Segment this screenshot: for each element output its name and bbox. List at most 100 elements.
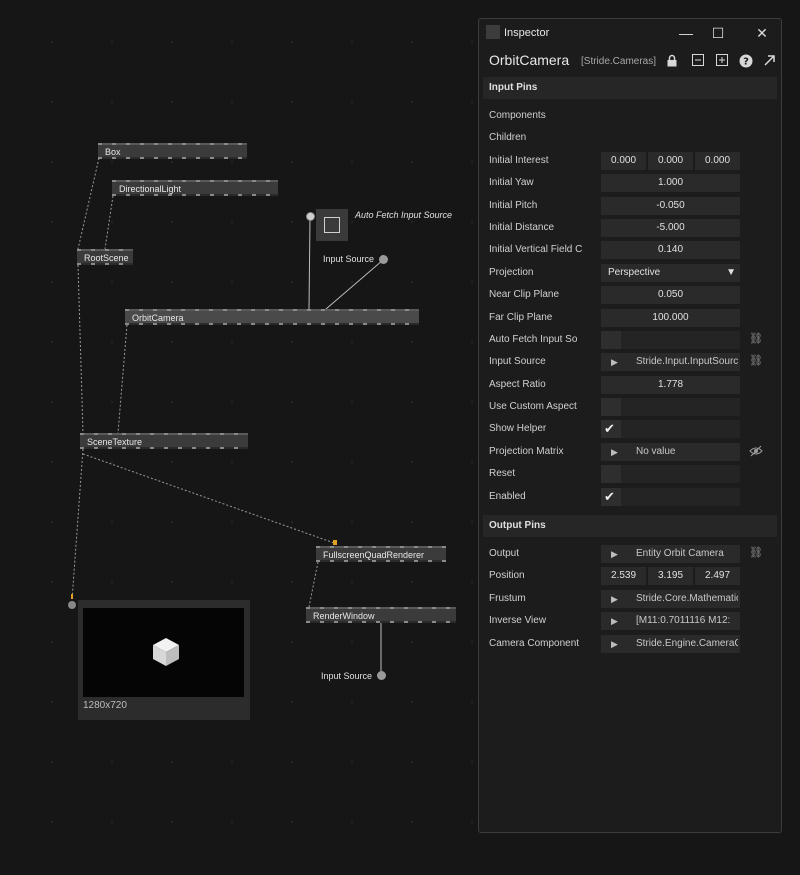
goto-definition-icon[interactable] (762, 54, 776, 68)
input-pins-header[interactable]: Input Pins (483, 77, 777, 99)
preview-pin[interactable] (68, 601, 76, 609)
camera-component-field[interactable]: ▶ Stride.Engine.CameraComponent (601, 634, 740, 653)
lock-icon[interactable] (665, 54, 679, 68)
collapse-icon[interactable] (691, 54, 705, 68)
pin-use-custom-aspect: Use Custom Aspect (479, 396, 781, 418)
pin-camera-component: Camera Component ▶ Stride.Engine.CameraC… (479, 633, 781, 655)
help-icon[interactable]: ? (739, 54, 753, 68)
show-helper-toggle[interactable]: ✔ (601, 420, 740, 439)
accent-pin[interactable] (333, 540, 337, 545)
output-pins-header[interactable]: Output Pins (483, 515, 777, 538)
pin-position: Position 2.539 3.195 2.497 (479, 565, 781, 587)
projection-value: Perspective (608, 266, 661, 278)
expand-arrow-icon[interactable]: ▶ (611, 353, 618, 371)
position-y[interactable]: 3.195 (648, 567, 693, 586)
initial-pitch-field[interactable]: -0.050 (601, 196, 740, 215)
input-source-field[interactable]: ▶ Stride.Input.InputSource (601, 353, 740, 372)
cube-icon (153, 638, 179, 666)
render-preview: 1280x720 (78, 600, 250, 720)
pin-components: Components (489, 110, 546, 121)
preview-resolution: 1280x720 (83, 700, 127, 711)
far-clip-plane-field[interactable]: 100.000 (601, 308, 740, 327)
expand-arrow-icon[interactable]: ▶ (611, 590, 618, 608)
iobox-pin[interactable] (306, 212, 315, 221)
expand-arrow-icon[interactable]: ▶ (611, 635, 618, 653)
inspector-header: OrbitCamera [Stride.Cameras] ? (479, 47, 781, 75)
preview-screen (83, 608, 244, 697)
projection-matrix-field[interactable]: ▶ No value (601, 442, 740, 461)
initial-yaw-field[interactable]: 1.000 (601, 174, 740, 193)
link-icon[interactable]: ⛓ (749, 547, 763, 559)
pin-near-clip-plane: Near Clip Plane 0.050 (479, 284, 781, 306)
node-box[interactable]: Box (98, 143, 247, 159)
node-root-scene[interactable]: RootScene (77, 249, 133, 265)
node-orbit-camera[interactable]: OrbitCamera (125, 309, 419, 325)
inspector-window: Inspector — ☐ ✕ OrbitCamera [Stride.Came… (478, 18, 782, 833)
pin-projection: Projection Perspective ▼ (479, 262, 781, 284)
pin-aspect-ratio: Aspect Ratio 1.778 (479, 374, 781, 396)
expand-arrow-icon[interactable]: ▶ (611, 443, 618, 461)
input-source-pad[interactable] (379, 255, 388, 264)
minimize-button[interactable]: — (677, 24, 695, 42)
near-clip-plane-field[interactable]: 0.050 (601, 286, 740, 305)
pin-initial-interest: Initial Interest 0.000 0.000 0.000 (479, 150, 781, 172)
aspect-ratio-field[interactable]: 1.778 (601, 375, 740, 394)
node-category: [Stride.Cameras] (581, 56, 657, 67)
pin-auto-fetch-input-source: Auto Fetch Input So ⛓ (479, 329, 781, 351)
pin-frustum: Frustum ▶ Stride.Core.Mathematics (479, 588, 781, 610)
close-button[interactable]: ✕ (753, 24, 771, 42)
initial-interest-z[interactable]: 0.000 (695, 151, 740, 170)
label-input-source: Input Source (323, 254, 375, 264)
label-input-source-render-window: Input Source (321, 671, 373, 681)
pin-enabled: Enabled ✔ (479, 486, 781, 508)
pin-initial-distance: Initial Distance -5.000 (479, 217, 781, 239)
eye-hidden-icon[interactable] (749, 445, 763, 457)
node-scene-texture[interactable]: SceneTexture (80, 433, 248, 449)
pin-inverse-view: Inverse View ▶ [M11:0.7011116 M12: (479, 610, 781, 632)
reset-button[interactable] (601, 465, 740, 484)
inverse-view-field[interactable]: ▶ [M11:0.7011116 M12: (601, 612, 740, 631)
use-custom-aspect-toggle[interactable] (601, 398, 740, 417)
svg-text:?: ? (743, 57, 749, 68)
pin-reset: Reset (479, 463, 781, 485)
enabled-toggle[interactable]: ✔ (601, 487, 740, 506)
initial-interest-x[interactable]: 0.000 (601, 151, 646, 170)
expand-icon[interactable] (715, 54, 729, 68)
pin-children: Children (489, 132, 527, 144)
expand-arrow-icon[interactable]: ▶ (611, 545, 618, 563)
pin-initial-vertical-fov: Initial Vertical Field C 0.140 (479, 239, 781, 261)
initial-distance-field[interactable]: -5.000 (601, 218, 740, 237)
node-directional-light[interactable]: DirectionalLight (112, 180, 278, 196)
pin-initial-yaw: Initial Yaw 1.000 (479, 172, 781, 194)
maximize-button[interactable]: ☐ (709, 24, 727, 42)
initial-interest-y[interactable]: 0.000 (648, 151, 693, 170)
link-icon[interactable]: ⛓ (749, 355, 763, 367)
checkmark-icon: ✔ (604, 488, 615, 504)
node-name: OrbitCamera (489, 52, 570, 68)
output-field[interactable]: ▶ Entity Orbit Camera (601, 545, 740, 564)
input-source-pad-render-window[interactable] (377, 671, 386, 680)
label-auto-fetch-input-source: Auto Fetch Input Source (355, 210, 453, 220)
pin-initial-pitch: Initial Pitch -0.050 (479, 195, 781, 217)
position-x[interactable]: 2.539 (601, 567, 646, 586)
frustum-field[interactable]: ▶ Stride.Core.Mathematics (601, 589, 740, 608)
node-fullscreen-quad-renderer[interactable]: FullscreenQuadRenderer (316, 546, 446, 562)
chevron-down-icon: ▼ (726, 266, 736, 278)
initial-vertical-fov-field[interactable]: 0.140 (601, 241, 740, 260)
pin-projection-matrix: Projection Matrix ▶ No value (479, 441, 781, 463)
pin-show-helper: Show Helper ✔ (479, 418, 781, 440)
checkmark-icon: ✔ (604, 421, 615, 437)
pin-output: Output ▶ Entity Orbit Camera ⛓ (479, 543, 781, 565)
position-z[interactable]: 2.497 (695, 567, 740, 586)
pin-far-clip-plane: Far Clip Plane 100.000 (479, 307, 781, 329)
pin-input-source: Input Source ▶ Stride.Input.InputSource … (479, 351, 781, 373)
node-render-window[interactable]: RenderWindow (306, 607, 456, 623)
inspector-titlebar[interactable]: Inspector — ☐ ✕ (479, 19, 781, 47)
expand-arrow-icon[interactable]: ▶ (611, 612, 618, 630)
link-icon[interactable]: ⛓ (749, 333, 763, 345)
window-title: Inspector (504, 27, 550, 39)
toggle-iobox[interactable] (316, 209, 348, 241)
projection-dropdown[interactable]: Perspective ▼ (601, 263, 740, 282)
auto-fetch-toggle[interactable] (601, 330, 740, 349)
app-icon (486, 25, 500, 39)
